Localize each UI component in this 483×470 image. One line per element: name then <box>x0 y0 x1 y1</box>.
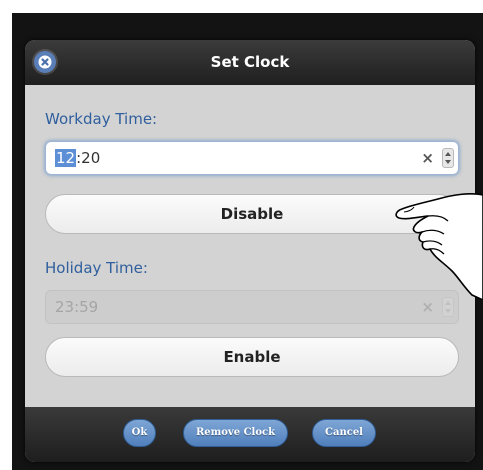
dialog-footer: Ok Remove Clock Cancel <box>25 407 475 462</box>
close-button[interactable] <box>34 51 56 73</box>
ok-button[interactable]: Ok <box>123 419 156 447</box>
holiday-time-label: Holiday Time: <box>45 259 148 277</box>
dialog-header: Set Clock <box>25 40 475 85</box>
time-spinner[interactable] <box>442 148 454 168</box>
time-spinner <box>442 297 454 317</box>
enable-button[interactable]: Enable <box>45 337 459 377</box>
holiday-time-value: 23:59 <box>55 298 99 316</box>
cancel-button[interactable]: Cancel <box>312 419 376 447</box>
clear-icon[interactable]: × <box>421 142 434 174</box>
dialog-title: Set Clock <box>210 53 290 71</box>
workday-time-input[interactable]: 12:20 × <box>45 141 459 175</box>
spin-down-icon[interactable] <box>445 160 451 164</box>
workday-minutes: :20 <box>76 149 101 167</box>
pointing-hand-icon <box>395 192 483 300</box>
close-icon <box>38 55 52 69</box>
spin-down-icon <box>445 309 451 313</box>
workday-time-value: 12:20 <box>55 142 100 174</box>
spin-up-icon <box>445 301 451 305</box>
spin-up-icon[interactable] <box>445 152 451 156</box>
workday-hour-selection: 12 <box>55 149 77 167</box>
workday-time-label: Workday Time: <box>45 110 158 128</box>
remove-clock-button[interactable]: Remove Clock <box>183 419 288 447</box>
